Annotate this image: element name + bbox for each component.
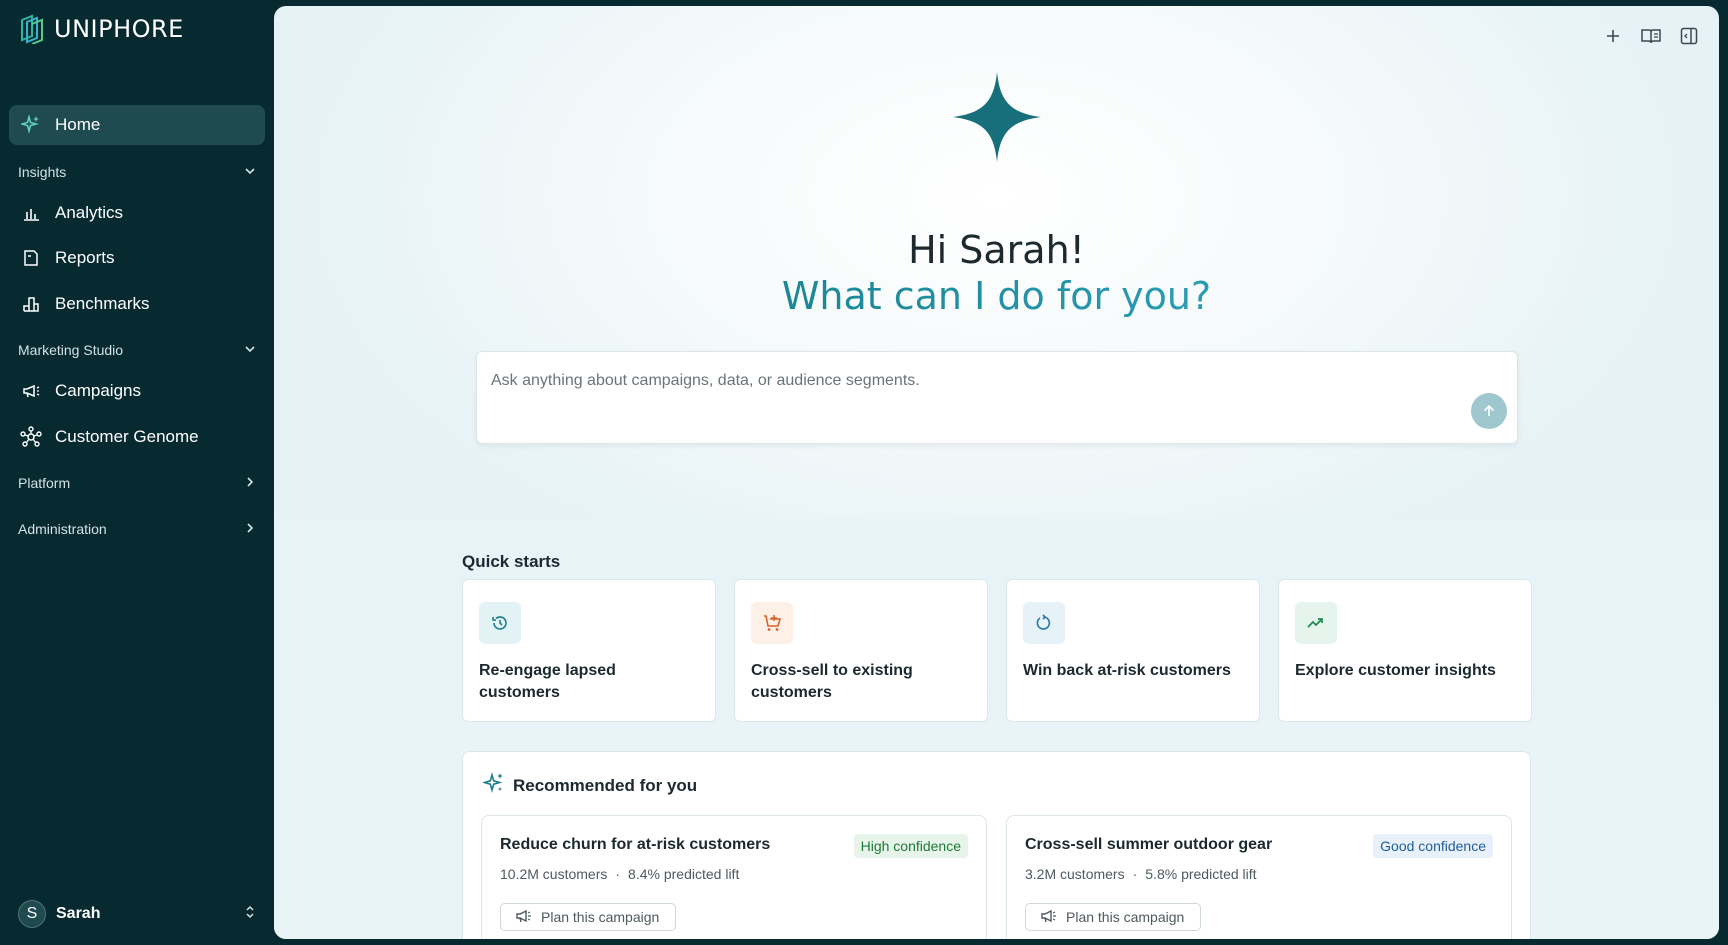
- history-icon: [479, 602, 521, 644]
- cart-icon: [751, 602, 793, 644]
- recommended-title: Recommended for you: [513, 775, 698, 795]
- book-icon[interactable]: [1639, 24, 1663, 48]
- plan-campaign-label: Plan this campaign: [541, 909, 660, 925]
- section-administration[interactable]: Administration: [18, 517, 256, 541]
- predicted-lift: 5.8% predicted lift: [1145, 866, 1257, 882]
- section-marketing-studio[interactable]: Marketing Studio: [18, 338, 256, 362]
- sidebar-item-label: Customer Genome: [55, 427, 199, 446]
- send-button[interactable]: [1471, 393, 1507, 429]
- sidebar-item-home[interactable]: Home: [9, 105, 265, 145]
- sidebar-item-customer-genome[interactable]: Customer Genome: [9, 417, 265, 457]
- brand-name: UNIPHORE: [54, 15, 184, 43]
- recommendation-title: Reduce churn for at-risk customers: [500, 836, 771, 853]
- meta-separator: ·: [615, 866, 621, 882]
- plan-campaign-button[interactable]: Plan this campaign: [500, 903, 677, 931]
- refresh-icon: [1023, 602, 1065, 644]
- sidebar-item-reports[interactable]: Reports: [9, 238, 265, 278]
- section-label: Marketing Studio: [18, 342, 124, 358]
- quick-start-label: Explore customer insights: [1295, 662, 1496, 679]
- recommendation-card[interactable]: Reduce churn for at-risk customers High …: [481, 815, 987, 939]
- benchmark-icon: [19, 292, 43, 316]
- megaphone-icon: [19, 379, 43, 403]
- chevron-down-icon: [244, 164, 256, 180]
- section-label: Insights: [18, 164, 67, 180]
- sparkle-icon: [481, 772, 505, 799]
- predicted-lift: 8.4% predicted lift: [628, 866, 740, 882]
- sidebar-item-label: Reports: [55, 248, 115, 267]
- panel-toggle-icon[interactable]: [1677, 24, 1701, 48]
- quick-start-card[interactable]: Cross-sell to existing customers: [734, 579, 988, 722]
- quick-start-label: Cross-sell to existing customers: [751, 662, 913, 701]
- recommended-panel: Recommended for you Reduce churn for at-…: [462, 751, 1531, 939]
- sidebar-item-label: Analytics: [55, 203, 124, 222]
- chevron-right-icon: [244, 521, 256, 537]
- recommendation-meta: 10.2M customers · 8.4% predicted lift: [500, 866, 739, 882]
- sidebar-item-analytics[interactable]: Analytics: [9, 193, 265, 233]
- section-platform[interactable]: Platform: [18, 471, 256, 495]
- sidebar-item-label: Home: [55, 115, 101, 134]
- confidence-badge: High confidence: [853, 834, 968, 858]
- section-label: Platform: [18, 475, 71, 491]
- plus-icon[interactable]: [1601, 24, 1625, 48]
- chevron-right-icon: [244, 475, 256, 491]
- quick-start-card[interactable]: Explore customer insights: [1278, 579, 1532, 722]
- prompt-input[interactable]: [491, 372, 1391, 390]
- sidebar: UNIPHORE Home Insights Analytics Reports…: [0, 0, 274, 945]
- arrow-up-icon: [1483, 404, 1495, 416]
- top-actions: [1601, 24, 1701, 48]
- customer-count: 10.2M customers: [500, 866, 608, 882]
- bar-chart-icon: [19, 201, 43, 225]
- sparkle-icon: [19, 113, 43, 137]
- recommendation-card[interactable]: Cross-sell summer outdoor gear Good conf…: [1006, 815, 1512, 939]
- sparkle-star-icon: [953, 72, 1041, 162]
- customer-count: 3.2M customers: [1025, 866, 1125, 882]
- recommendation-meta: 3.2M customers · 5.8% predicted lift: [1025, 866, 1257, 882]
- greeting-subtitle: What can I do for you?: [274, 274, 1719, 318]
- quick-start-label: Re-engage lapsed customers: [479, 662, 616, 701]
- chevron-updown-icon: [244, 904, 256, 925]
- sidebar-item-label: Campaigns: [55, 381, 141, 400]
- greeting-title: Hi Sarah!: [908, 228, 1085, 272]
- avatar: S: [18, 900, 46, 928]
- quick-starts-title: Quick starts: [462, 552, 561, 571]
- megaphone-icon: [1040, 908, 1058, 927]
- quick-start-card[interactable]: Re-engage lapsed customers: [462, 579, 716, 722]
- section-label: Administration: [18, 521, 107, 537]
- report-icon: [19, 246, 43, 270]
- uniphore-logo-icon: [21, 14, 43, 44]
- plan-campaign-label: Plan this campaign: [1066, 909, 1185, 925]
- meta-separator: ·: [1132, 866, 1138, 882]
- megaphone-icon: [515, 908, 533, 927]
- sidebar-item-benchmarks[interactable]: Benchmarks: [9, 284, 265, 324]
- sidebar-item-label: Benchmarks: [55, 294, 150, 313]
- confidence-badge: Good confidence: [1373, 834, 1493, 858]
- main-panel: Hi Sarah! What can I do for you? Quick s…: [274, 6, 1719, 939]
- sidebar-item-campaigns[interactable]: Campaigns: [9, 371, 265, 411]
- quick-start-label: Win back at-risk customers: [1023, 662, 1231, 679]
- plan-campaign-button[interactable]: Plan this campaign: [1025, 903, 1202, 931]
- prompt-box: [476, 351, 1518, 444]
- recommendation-title: Cross-sell summer outdoor gear: [1025, 836, 1273, 853]
- brand-logo[interactable]: UNIPHORE: [18, 14, 184, 44]
- trend-icon: [1295, 602, 1337, 644]
- quick-start-card[interactable]: Win back at-risk customers: [1006, 579, 1260, 722]
- user-name: Sarah: [56, 905, 101, 922]
- user-menu[interactable]: S Sarah: [18, 899, 256, 929]
- section-insights[interactable]: Insights: [18, 160, 256, 184]
- chevron-down-icon: [244, 342, 256, 358]
- network-icon: [19, 425, 43, 449]
